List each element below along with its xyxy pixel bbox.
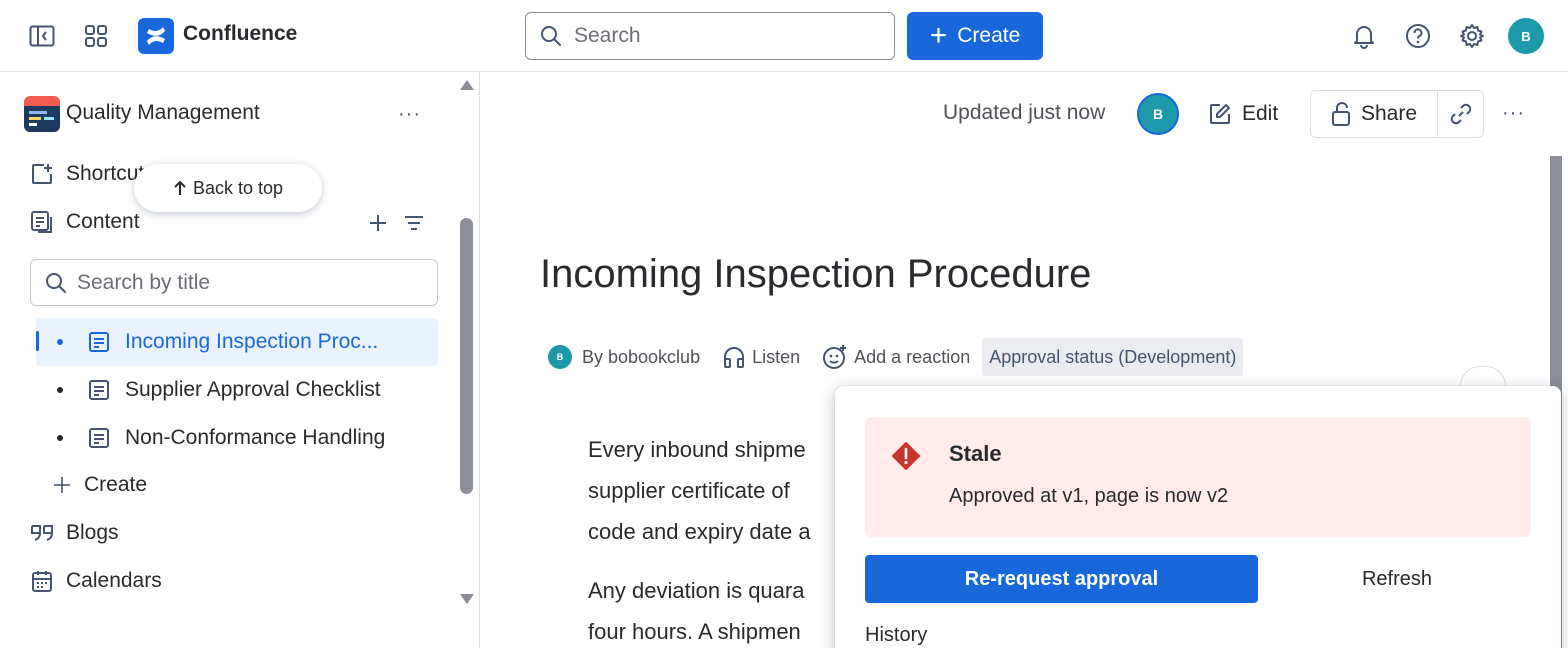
- back-to-top-label: Back to top: [192, 177, 284, 198]
- create-button[interactable]: + Create: [907, 12, 1043, 60]
- space-more-icon[interactable]: ···: [398, 103, 421, 126]
- sidebar-item-label: Calendars: [66, 569, 162, 592]
- quote-icon: [30, 521, 54, 545]
- page-icon: [87, 426, 111, 450]
- tree-search-input[interactable]: Search by title: [30, 259, 438, 306]
- share-button[interactable]: Share: [1311, 91, 1438, 137]
- search-placeholder: Search: [574, 24, 641, 47]
- sidebar-item-label: Blogs: [66, 521, 119, 544]
- plus-icon: [50, 473, 74, 497]
- tree-item-label: Supplier Approval Checklist: [125, 378, 381, 401]
- page-icon: [87, 378, 111, 402]
- bullet: [57, 387, 63, 393]
- stale-message: Approved at v1, page is now v2: [949, 485, 1229, 507]
- body-line: Any deviation is quara: [588, 578, 805, 603]
- approval-status-chip[interactable]: Approval status (Development): [982, 338, 1244, 376]
- tree-item-incoming-inspection[interactable]: Incoming Inspection Proc...: [36, 318, 438, 366]
- history-heading: History: [865, 624, 928, 646]
- gear-icon[interactable]: [1454, 18, 1490, 54]
- bullet: [57, 435, 63, 441]
- page-icon: [87, 330, 111, 354]
- sidebar-item-calendars[interactable]: Calendars: [30, 569, 162, 593]
- page-title: Incoming Inspection Procedure: [540, 252, 1092, 296]
- pencil-icon: [1208, 102, 1232, 126]
- body-paragraph-2: Any deviation is quara four hours. A shi…: [588, 570, 804, 648]
- tree-item-supplier-approval[interactable]: Supplier Approval Checklist: [36, 366, 438, 414]
- help-icon[interactable]: [1400, 18, 1436, 54]
- stale-status-panel: Stale Approved at v1, page is now v2: [865, 417, 1531, 537]
- copy-link-icon[interactable]: [1438, 91, 1483, 137]
- sidebar-item-blogs[interactable]: Blogs: [30, 521, 119, 545]
- top-navigation-bar: Confluence Search + Create B: [0, 0, 1568, 72]
- byline-author-label: By bobookclub: [582, 346, 701, 367]
- sidebar-create-button[interactable]: Create: [50, 473, 147, 497]
- page-more-icon[interactable]: ···: [1502, 102, 1525, 125]
- add-reaction-button[interactable]: Add a reaction: [822, 344, 970, 370]
- author-avatar[interactable]: B: [1137, 93, 1179, 135]
- calendar-icon: [30, 569, 54, 593]
- tree-search-placeholder: Search by title: [77, 270, 211, 294]
- sidebar-create-label: Create: [84, 473, 148, 496]
- body-paragraph-1: Every inbound shipme supplier certificat…: [588, 429, 811, 552]
- tree-item-non-conformance[interactable]: Non-Conformance Handling: [36, 414, 438, 462]
- refresh-button[interactable]: Refresh: [1258, 555, 1536, 603]
- content-icon: [30, 210, 54, 234]
- body-line: four hours. A shipmen: [588, 619, 801, 644]
- arrow-up-icon: [173, 180, 187, 196]
- body-line: supplier certificate of: [588, 478, 790, 503]
- app-switcher-icon[interactable]: [78, 18, 114, 54]
- re-request-approval-button[interactable]: Re-request approval: [865, 555, 1258, 603]
- sidebar-item-content[interactable]: Content: [30, 210, 140, 234]
- edit-button[interactable]: Edit: [1208, 92, 1278, 136]
- create-label: Create: [957, 24, 1021, 47]
- page-byline: B By bobookclub Listen Add a reaction Ap…: [548, 338, 1244, 376]
- emoji-add-icon: [823, 345, 847, 369]
- filter-icon[interactable]: [396, 205, 432, 241]
- warning-diamond-icon: [891, 441, 921, 471]
- user-avatar[interactable]: B: [1508, 18, 1544, 54]
- updated-status: Updated just now: [943, 101, 1106, 124]
- confluence-logo-icon[interactable]: [138, 18, 174, 54]
- reaction-label: Add a reaction: [854, 346, 971, 367]
- body-line: code and expiry date a: [588, 519, 811, 544]
- tree-item-label: Incoming Inspection Proc...: [125, 330, 379, 353]
- plus-icon: +: [929, 19, 948, 52]
- sidebar-item-label: Content: [66, 210, 140, 233]
- body-line: Every inbound shipme: [588, 437, 806, 462]
- space-name[interactable]: Quality Management: [66, 101, 260, 125]
- bullet: [57, 339, 63, 345]
- add-content-icon[interactable]: [360, 205, 396, 241]
- tree-item-label: Non-Conformance Handling: [125, 426, 386, 449]
- sidebar-toggle-icon[interactable]: [24, 18, 60, 54]
- byline-avatar: B: [548, 345, 572, 369]
- sidebar-scroll-thumb[interactable]: [460, 218, 473, 494]
- approval-popup: Stale Approved at v1, page is now v2 Re-…: [835, 386, 1561, 648]
- bell-icon[interactable]: [1346, 18, 1382, 54]
- byline-author[interactable]: B By bobookclub: [548, 345, 700, 369]
- selection-indicator: [36, 331, 39, 351]
- search-icon: [45, 272, 67, 294]
- back-to-top-button[interactable]: Back to top: [134, 164, 322, 212]
- edit-label: Edit: [1242, 102, 1279, 125]
- headphones-icon: [724, 347, 745, 368]
- listen-button[interactable]: Listen: [722, 345, 800, 369]
- share-label: Share: [1360, 102, 1418, 125]
- search-icon: [540, 25, 562, 47]
- lock-icon: [1331, 101, 1351, 127]
- search-input[interactable]: Search: [525, 12, 895, 60]
- shortcut-icon: [30, 162, 54, 186]
- space-icon[interactable]: [24, 96, 60, 132]
- stale-title: Stale: [949, 441, 1002, 466]
- listen-label: Listen: [752, 346, 801, 367]
- share-button-group: Share: [1310, 90, 1484, 138]
- brand-name[interactable]: Confluence: [183, 22, 297, 46]
